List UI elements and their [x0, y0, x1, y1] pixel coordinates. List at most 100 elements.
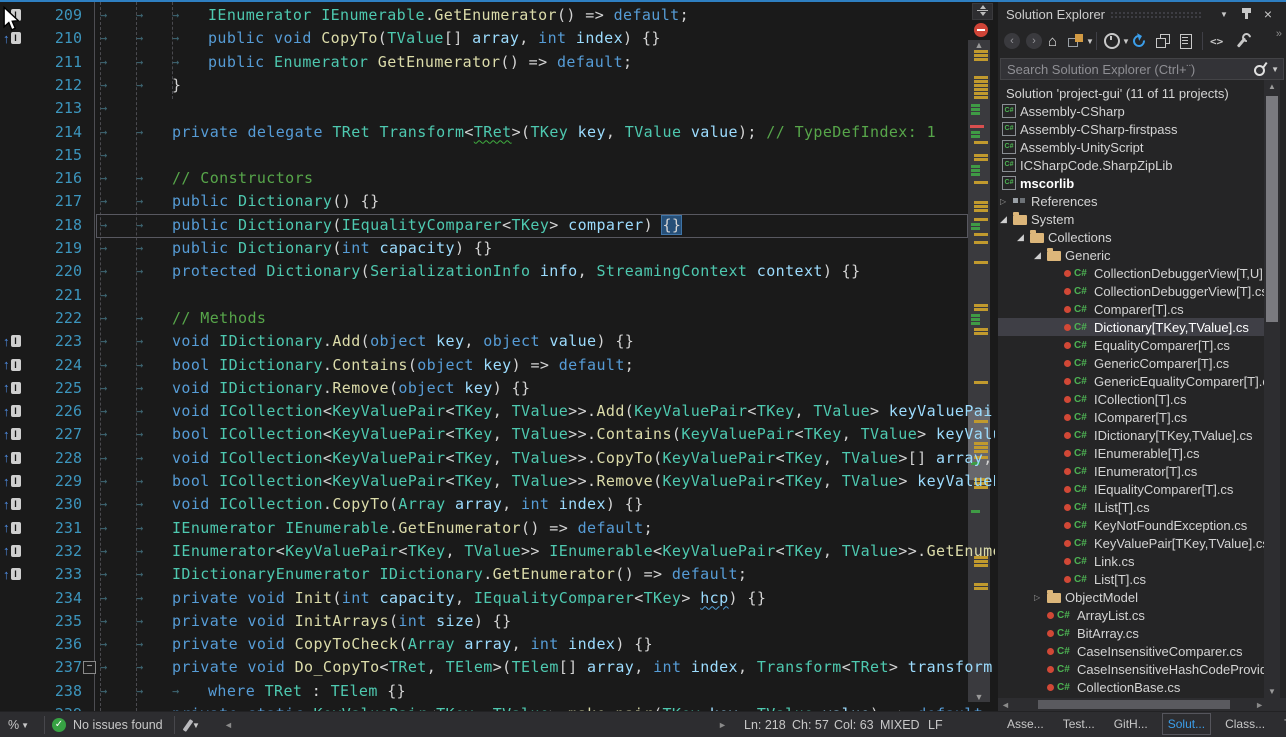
code-line[interactable]: →→→public Enumerator GetEnumerator() => … [100, 51, 632, 74]
panel-tab-class[interactable]: Class... [1220, 714, 1270, 734]
code-line[interactable]: →→void ICollection<KeyValuePair<TKey, TV… [100, 447, 995, 470]
line-number[interactable]: 232 [20, 540, 82, 563]
code-line[interactable]: →→private void Do_CopyTo<TRet, TElem>(TE… [100, 656, 995, 679]
code-line[interactable]: →→void IDictionary.Add(object key, objec… [100, 330, 634, 353]
code-line[interactable]: →→→where TRet : TElem {} [100, 680, 406, 703]
hscroll-left-arrow-icon[interactable]: ◄ [224, 712, 233, 737]
implements-icon[interactable]: ↑I [3, 6, 21, 24]
code-line[interactable]: →→IEnumerator<KeyValuePair<TKey, TValue>… [100, 540, 995, 563]
implements-icon[interactable]: ↑I [3, 29, 21, 47]
properties-button[interactable] [1234, 31, 1249, 51]
hscroll-right-arrow-icon[interactable]: ► [718, 712, 727, 737]
tree-item[interactable]: C#Link.cs [998, 552, 1266, 570]
scrollbar-thumb[interactable] [1266, 96, 1278, 322]
code-line[interactable]: →→// Methods [100, 307, 266, 330]
code-line[interactable]: →→private void CopyToCheck(Array array, … [100, 633, 653, 656]
line-number[interactable]: 213 [20, 97, 82, 120]
implements-icon[interactable]: ↑I [3, 519, 21, 537]
fold-collapse-icon[interactable]: − [83, 661, 96, 674]
back-button[interactable]: ‹ [1004, 31, 1020, 51]
line-number[interactable]: 229 [20, 470, 82, 493]
line-number[interactable]: 238 [20, 680, 82, 703]
pending-changes-filter-button[interactable]: ▼ [1104, 31, 1130, 51]
toolbar-overflow-button[interactable]: » [1276, 28, 1282, 40]
chevron-down-icon[interactable]: ▼ [1271, 65, 1279, 74]
line-number[interactable]: 211 [20, 51, 82, 74]
panel-tab-solut[interactable]: Solut... [1162, 713, 1211, 735]
expand-arrow-icon[interactable]: ◢ [1000, 214, 1013, 225]
tree-item[interactable]: C#KeyNotFoundException.cs [998, 516, 1266, 534]
expand-arrow-icon[interactable]: ◢ [1034, 250, 1047, 261]
zoom-dropdown[interactable]: % ▼ [8, 712, 29, 737]
implements-icon[interactable]: ↑I [3, 402, 21, 420]
line-number[interactable]: 212 [20, 74, 82, 97]
collapse-all-button[interactable] [1156, 31, 1170, 51]
line-number[interactable]: 237 [20, 656, 82, 679]
line-number[interactable]: 236 [20, 633, 82, 656]
tree-item[interactable]: ▷ObjectModel [998, 588, 1266, 606]
tree-item[interactable]: ▷References [998, 192, 1266, 210]
line-number[interactable]: 215 [20, 144, 82, 167]
tree-item[interactable]: C#IEqualityComparer[T].cs [998, 480, 1266, 498]
forward-button[interactable]: › [1026, 31, 1042, 51]
code-line[interactable]: →→→public void CopyTo(TValue[] array, in… [100, 27, 661, 50]
scrollbar-thumb[interactable] [1038, 700, 1230, 709]
line-number[interactable]: 222 [20, 307, 82, 330]
tree-item[interactable]: C#ICollection[T].cs [998, 390, 1266, 408]
hscroll-right-arrow-icon[interactable]: ► [1255, 700, 1264, 710]
tree-item[interactable]: C#IEnumerator[T].cs [998, 462, 1266, 480]
tree-item[interactable]: C#BitArray.cs [998, 624, 1266, 642]
tree-item[interactable]: C#Assembly-UnityScript [998, 138, 1266, 156]
tree-item[interactable]: ◢Collections [998, 228, 1266, 246]
code-line[interactable]: →→// Constructors [100, 167, 313, 190]
search-icon[interactable] [1252, 62, 1267, 77]
line-number[interactable]: 235 [20, 610, 82, 633]
code-line[interactable]: →→private void Init(int capacity, IEqual… [100, 587, 766, 610]
tree-item[interactable]: C#CollectionBase.cs [998, 678, 1266, 696]
tree-item[interactable]: C#EqualityComparer[T].cs [998, 336, 1266, 354]
editor-splitter-handle[interactable] [972, 3, 993, 20]
expand-arrow-icon[interactable]: ◢ [1017, 232, 1030, 243]
panel-horizontal-scrollbar[interactable]: ◄ ► [998, 698, 1286, 711]
hscroll-left-arrow-icon[interactable]: ◄ [1001, 700, 1010, 710]
code-line[interactable]: → [100, 144, 136, 167]
scroll-up-arrow-icon[interactable]: ▲ [1264, 82, 1280, 91]
implements-icon[interactable]: ↑I [3, 379, 21, 397]
scroll-up-arrow-icon[interactable]: ▲ [968, 40, 990, 50]
tree-item[interactable]: C#IDictionary[TKey,TValue].cs [998, 426, 1266, 444]
line-number[interactable]: 223 [20, 330, 82, 353]
document-health-indicator[interactable]: ✓ No issues found [52, 712, 163, 737]
line-number[interactable]: 221 [20, 284, 82, 307]
line-number[interactable]: 216 [20, 167, 82, 190]
tree-item[interactable]: C#Comparer[T].cs [998, 300, 1266, 318]
tree-item[interactable]: C#IList[T].cs [998, 498, 1266, 516]
code-line[interactable]: →→public Dictionary(int capacity) {} [100, 237, 493, 260]
code-line[interactable]: →→bool ICollection<KeyValuePair<TKey, TV… [100, 470, 995, 493]
suppress-indicator-icon[interactable] [974, 23, 988, 37]
line-number[interactable]: 209 [20, 4, 82, 27]
code-line[interactable]: →→public Dictionary(IEqualityComparer<TK… [100, 214, 681, 237]
tree-item[interactable]: C#mscorlib [998, 174, 1266, 192]
expand-arrow-icon[interactable]: ▷ [1000, 197, 1013, 206]
code-line[interactable]: →→private void InitArrays(int size) {} [100, 610, 512, 633]
implements-icon[interactable]: ↑I [3, 449, 21, 467]
code-line[interactable]: →→void ICollection.CopyTo(Array array, i… [100, 493, 644, 516]
implements-icon[interactable]: ↑I [3, 472, 21, 490]
tree-item[interactable]: C#GenericEqualityComparer[T].cs [998, 372, 1266, 390]
show-all-files-button[interactable] [1180, 31, 1192, 51]
search-box[interactable]: ▼ [1000, 58, 1284, 80]
tree-item[interactable]: C#CollectionDebuggerView[T,U].cs [998, 264, 1266, 282]
code-line[interactable]: →→private delegate TRet Transform<TRet>(… [100, 121, 936, 144]
tree-item[interactable]: ◢System [998, 210, 1266, 228]
tree-item[interactable]: C#Assembly-CSharp-firstpass [998, 120, 1266, 138]
implements-icon[interactable]: ↑I [3, 565, 21, 583]
close-icon[interactable]: × [1260, 6, 1276, 22]
tree-item[interactable]: C#IEnumerable[T].cs [998, 444, 1266, 462]
tree-item[interactable]: C#CaseInsensitiveComparer.cs [998, 642, 1266, 660]
line-number[interactable]: 228 [20, 447, 82, 470]
expand-arrow-icon[interactable]: ▷ [1034, 593, 1047, 602]
sync-with-active-document-button[interactable]: ▼ [1068, 31, 1094, 51]
tree-item[interactable]: C#ICSharpCode.SharpZipLib [998, 156, 1266, 174]
implements-icon[interactable]: ↑I [3, 542, 21, 560]
code-line[interactable]: →→→IEnumerator IEnumerable.GetEnumerator… [100, 4, 689, 27]
